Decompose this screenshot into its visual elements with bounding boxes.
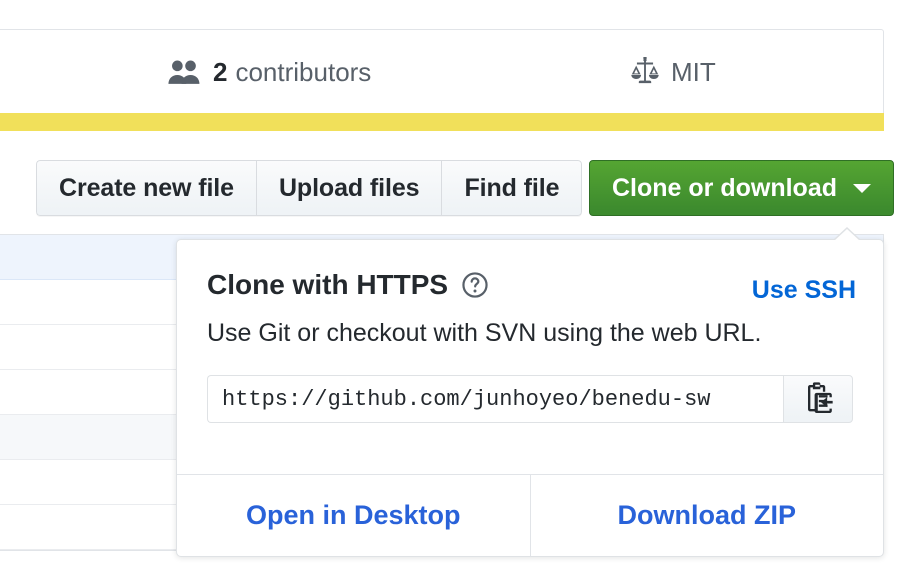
language-segment-javascript[interactable] bbox=[0, 113, 884, 131]
clone-popup: Clone with HTTPS Use SSH Use Git or chec… bbox=[176, 227, 884, 557]
clone-or-download-label: Clone or download bbox=[612, 173, 837, 202]
repository-page: 2 contributors MIT Create new file Uploa… bbox=[0, 0, 902, 586]
copy-url-button[interactable] bbox=[783, 375, 853, 423]
language-bar bbox=[0, 113, 884, 131]
contributors-count: 2 bbox=[213, 56, 228, 87]
clone-popup-body: Clone with HTTPS Use SSH Use Git or chec… bbox=[177, 240, 883, 476]
license-summary[interactable]: MIT bbox=[630, 30, 716, 114]
create-new-file-button[interactable]: Create new file bbox=[36, 160, 256, 216]
use-ssh-link[interactable]: Use SSH bbox=[752, 276, 856, 305]
clipboard-copy-icon bbox=[801, 382, 835, 416]
contributors-label: contributors bbox=[235, 56, 372, 87]
contributors-summary[interactable]: 2 contributors bbox=[168, 30, 371, 114]
clone-popup-footer: Open in Desktop Download ZIP bbox=[177, 474, 883, 556]
file-toolbar: Create new file Upload files Find file C… bbox=[0, 160, 902, 222]
question-circle-icon[interactable] bbox=[461, 271, 489, 299]
license-label: MIT bbox=[671, 56, 716, 87]
file-action-button-group: Create new file Upload files Find file bbox=[36, 160, 583, 216]
find-file-button[interactable]: Find file bbox=[441, 160, 583, 216]
clone-or-download-button[interactable]: Clone or download bbox=[589, 160, 894, 216]
page-title: Clone with HTTPS bbox=[207, 269, 449, 300]
download-zip-button[interactable]: Download ZIP bbox=[531, 475, 884, 556]
open-in-desktop-button[interactable]: Open in Desktop bbox=[177, 475, 531, 556]
clone-popup-description: Use Git or checkout with SVN using the w… bbox=[207, 319, 762, 347]
chevron-down-icon bbox=[853, 183, 871, 193]
repo-summary-card: 2 contributors MIT bbox=[0, 29, 884, 113]
clone-url-input[interactable] bbox=[207, 375, 783, 423]
law-scales-icon bbox=[630, 57, 660, 87]
clone-popup-title: Clone with HTTPS bbox=[207, 269, 489, 301]
upload-files-button[interactable]: Upload files bbox=[255, 160, 442, 216]
clone-url-row bbox=[207, 375, 853, 423]
people-icon bbox=[168, 59, 202, 85]
